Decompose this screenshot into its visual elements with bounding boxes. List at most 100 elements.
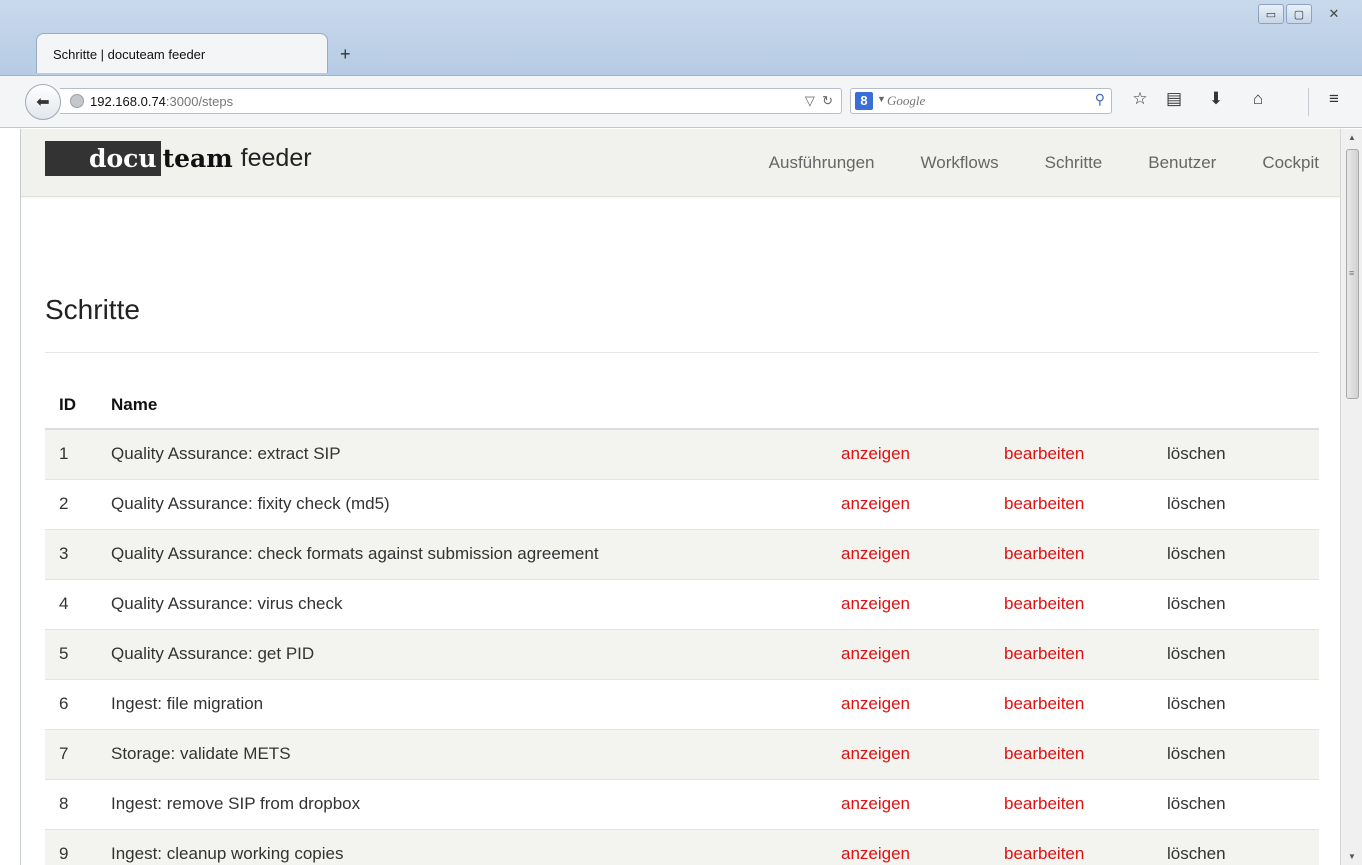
edit-link[interactable]: bearbeiten: [1004, 744, 1084, 763]
close-button[interactable]: ✕: [1314, 4, 1354, 24]
vertical-scrollbar[interactable]: ▲ ≡ ▼: [1340, 129, 1362, 865]
tab-title: Schritte | docuteam feeder: [53, 47, 206, 62]
edit-link[interactable]: bearbeiten: [1004, 644, 1084, 663]
row-name: Storage: validate METS: [97, 728, 827, 779]
search-bar[interactable]: 8 ▼ ⚲: [850, 88, 1112, 114]
row-name: Quality Assurance: fixity check (md5): [97, 478, 827, 529]
main-nav: Ausführungen Workflows Schritte Benutzer…: [723, 153, 1319, 173]
table-row: 9 Ingest: cleanup working copies anzeigen b…: [45, 828, 1319, 865]
page-viewport: docu team feeder Ausführungen Workflows Sc…: [20, 129, 1340, 865]
table-row: 5 Quality Assurance: get PID anzeigen bearb…: [45, 628, 1319, 679]
nav-schritte[interactable]: Schritte: [1045, 153, 1103, 173]
edit-link[interactable]: bearbeiten: [1004, 794, 1084, 813]
show-link[interactable]: anzeigen: [841, 494, 910, 513]
table-row: 4 Quality Assurance: virus check anzeigen b…: [45, 578, 1319, 629]
table-row: 1 Quality Assurance: extract SIP anzeigen b…: [45, 428, 1319, 479]
delete-link[interactable]: löschen: [1167, 494, 1226, 513]
scroll-up-icon[interactable]: ▲: [1348, 133, 1356, 142]
bookmark-star-icon[interactable]: ☆: [1128, 89, 1152, 109]
menu-icon[interactable]: ≡: [1322, 89, 1346, 109]
edit-link[interactable]: bearbeiten: [1004, 444, 1084, 463]
nav-cockpit[interactable]: Cockpit: [1262, 153, 1319, 173]
back-arrow-icon: ⬅: [36, 94, 50, 111]
url-bar[interactable]: 192.168.0.74:3000/steps ▽ ↻: [60, 88, 842, 114]
row-id: 6: [45, 678, 97, 729]
brand-logo[interactable]: docu team feeder: [45, 141, 312, 176]
scrollbar-thumb[interactable]: ≡: [1346, 149, 1359, 399]
show-link[interactable]: anzeigen: [841, 444, 910, 463]
column-header-id: ID: [45, 381, 97, 430]
minimize-button[interactable]: ▭: [1258, 4, 1284, 24]
row-id: 2: [45, 478, 97, 529]
scroll-down-icon[interactable]: ▼: [1348, 852, 1356, 861]
row-name: Ingest: file migration: [97, 678, 827, 729]
edit-link[interactable]: bearbeiten: [1004, 544, 1084, 563]
row-id: 4: [45, 578, 97, 629]
table-row: 7 Storage: validate METS anzeigen bearbeite…: [45, 728, 1319, 779]
home-icon[interactable]: ⌂: [1246, 89, 1270, 109]
maximize-button[interactable]: ▢: [1286, 4, 1312, 24]
title-divider: [45, 352, 1319, 353]
window-controls: ▭ ▢ ✕: [1256, 4, 1354, 24]
show-link[interactable]: anzeigen: [841, 844, 910, 863]
row-id: 8: [45, 778, 97, 829]
show-link[interactable]: anzeigen: [841, 694, 910, 713]
row-name: Quality Assurance: virus check: [97, 578, 827, 629]
nav-workflows[interactable]: Workflows: [921, 153, 999, 173]
download-icon[interactable]: ⬇: [1204, 89, 1228, 109]
new-tab-button[interactable]: +: [340, 44, 351, 65]
show-link[interactable]: anzeigen: [841, 594, 910, 613]
delete-link[interactable]: löschen: [1167, 694, 1226, 713]
google-icon[interactable]: 8: [855, 92, 873, 110]
search-icon[interactable]: ⚲: [1095, 91, 1105, 108]
window-titlebar: ▭ ▢ ✕ Schritte | docuteam feeder +: [0, 0, 1362, 76]
show-link[interactable]: anzeigen: [841, 644, 910, 663]
dropdown-triangle-icon[interactable]: ▽: [805, 93, 815, 108]
search-input[interactable]: [887, 92, 1077, 110]
delete-link[interactable]: löschen: [1167, 444, 1226, 463]
delete-link[interactable]: löschen: [1167, 594, 1226, 613]
delete-link[interactable]: löschen: [1167, 644, 1226, 663]
row-id: 3: [45, 528, 97, 579]
row-name: Quality Assurance: extract SIP: [97, 428, 827, 479]
table-row: 6 Ingest: file migration anzeigen bearbeite…: [45, 678, 1319, 729]
delete-link[interactable]: löschen: [1167, 794, 1226, 813]
row-name: Quality Assurance: get PID: [97, 628, 827, 679]
table-header-row: ID Name: [45, 381, 1319, 430]
delete-link[interactable]: löschen: [1167, 544, 1226, 563]
row-id: 1: [45, 428, 97, 479]
row-id: 9: [45, 828, 97, 865]
reload-icon[interactable]: ↻: [822, 93, 833, 108]
row-name: Ingest: cleanup working copies: [97, 828, 827, 865]
delete-link[interactable]: löschen: [1167, 744, 1226, 763]
table-row: 3 Quality Assurance: check formats agains…: [45, 528, 1319, 579]
nav-ausfuehrungen[interactable]: Ausführungen: [769, 153, 875, 173]
chevron-down-icon[interactable]: ▼: [877, 94, 886, 104]
edit-link[interactable]: bearbeiten: [1004, 844, 1084, 863]
delete-link[interactable]: löschen: [1167, 844, 1226, 863]
nav-benutzer[interactable]: Benutzer: [1148, 153, 1216, 173]
row-id: 7: [45, 728, 97, 779]
toolbar-separator: [1308, 88, 1309, 116]
table-row: 8 Ingest: remove SIP from dropbox anzeigen…: [45, 778, 1319, 829]
edit-link[interactable]: bearbeiten: [1004, 594, 1084, 613]
browser-toolbar: 192.168.0.74:3000/steps ▽ ↻ ⬅ 8 ▼ ⚲ ☆ ▤ …: [0, 76, 1362, 128]
globe-icon: [70, 94, 84, 108]
steps-table: ID Name 1 Quality Assurance: extract SIP a…: [45, 381, 1319, 865]
show-link[interactable]: anzeigen: [841, 744, 910, 763]
row-name: Quality Assurance: check formats against…: [97, 528, 827, 579]
back-button[interactable]: ⬅: [25, 84, 61, 120]
browser-tab[interactable]: Schritte | docuteam feeder: [36, 33, 328, 73]
bookmarks-list-icon[interactable]: ▤: [1162, 89, 1186, 109]
show-link[interactable]: anzeigen: [841, 544, 910, 563]
show-link[interactable]: anzeigen: [841, 794, 910, 813]
row-id: 5: [45, 628, 97, 679]
url-text: 192.168.0.74:3000/steps: [90, 94, 234, 109]
page-title: Schritte: [45, 294, 140, 325]
edit-link[interactable]: bearbeiten: [1004, 494, 1084, 513]
steps-table-body: 1 Quality Assurance: extract SIP anzeigen b…: [45, 428, 1319, 865]
column-header-name: Name: [97, 381, 827, 430]
site-header: docu team feeder Ausführungen Workflows Sc…: [21, 129, 1340, 197]
table-row: 2 Quality Assurance: fixity check (md5) an…: [45, 478, 1319, 529]
edit-link[interactable]: bearbeiten: [1004, 694, 1084, 713]
